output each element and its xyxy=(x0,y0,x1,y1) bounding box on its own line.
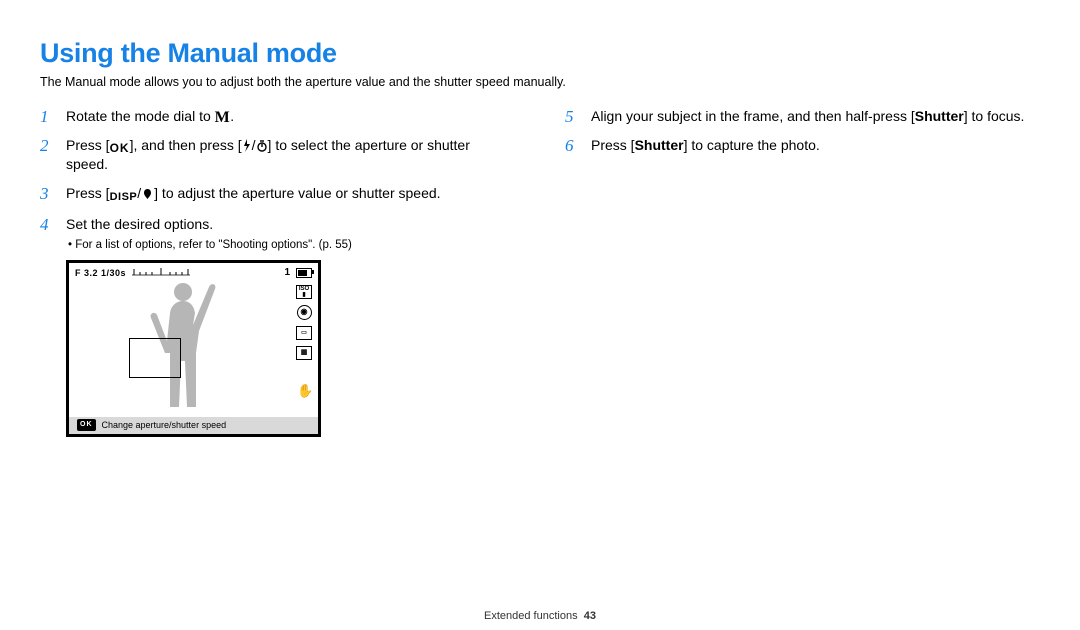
footer-page-number: 43 xyxy=(584,610,596,622)
iso-icon: ISO▮ xyxy=(296,285,312,299)
disp-icon: DISP xyxy=(110,190,138,205)
battery-icon xyxy=(296,268,312,278)
intro-text: The Manual mode allows you to adjust bot… xyxy=(40,75,1040,89)
step-text: Press [Shutter] to capture the photo. xyxy=(591,137,820,153)
step-4: 4 Set the desired options. For a list of… xyxy=(40,215,515,436)
footer-section: Extended functions xyxy=(484,610,578,622)
step-6: 6 Press [Shutter] to capture the photo. xyxy=(565,136,1040,155)
shots-remaining: 1 xyxy=(284,266,290,280)
steps-right: 5 Align your subject in the frame, and t… xyxy=(565,107,1040,155)
step-2: 2 Press [OK], and then press [/] to sele… xyxy=(40,136,515,174)
metering-icon: ◉ xyxy=(297,305,312,320)
page-footer: Extended functions 43 xyxy=(0,610,1080,622)
step-text: Press [OK], and then press [/] to select… xyxy=(66,137,470,173)
stabilizer-icon: ✋ xyxy=(297,384,311,398)
step-text: Rotate the mode dial to xyxy=(66,108,215,124)
aperture-value: F 3.2 1/30s xyxy=(75,267,126,279)
ok-icon: OK xyxy=(110,140,130,155)
steps-left: 1 Rotate the mode dial to M. 2 Press [OK… xyxy=(40,107,515,437)
step-5: 5 Align your subject in the frame, and t… xyxy=(565,107,1040,126)
timer-icon xyxy=(256,138,268,153)
step-3: 3 Press [DISP/] to adjust the aperture v… xyxy=(40,184,515,205)
mode-m-icon: M xyxy=(215,110,231,125)
page-title: Using the Manual mode xyxy=(40,38,1040,69)
step-text: Align your subject in the frame, and the… xyxy=(591,108,1024,124)
flash-icon xyxy=(242,138,252,153)
camera-screen-figure: F 3.2 1/30s 1 xyxy=(66,260,321,437)
af-mode-icon: ▭ xyxy=(296,326,312,340)
bottom-hint: Change aperture/shutter speed xyxy=(102,419,227,431)
step-text: Press [DISP/] to adjust the aperture val… xyxy=(66,185,441,201)
step-text: Set the desired options. xyxy=(66,216,213,232)
macro-icon xyxy=(141,186,154,201)
ok-badge-icon: OK xyxy=(77,419,96,430)
step-4-bullet: For a list of options, refer to "Shootin… xyxy=(66,238,515,254)
exposure-meter-icon xyxy=(132,266,190,280)
screen-bottom-bar: OK Change aperture/shutter speed xyxy=(69,417,318,434)
side-icons: ISO▮ ◉ ▭ ▦ ✋ xyxy=(296,285,312,398)
step-1: 1 Rotate the mode dial to M. xyxy=(40,107,515,126)
size-icon: ▦ xyxy=(296,346,312,360)
af-frame-icon xyxy=(129,338,181,378)
